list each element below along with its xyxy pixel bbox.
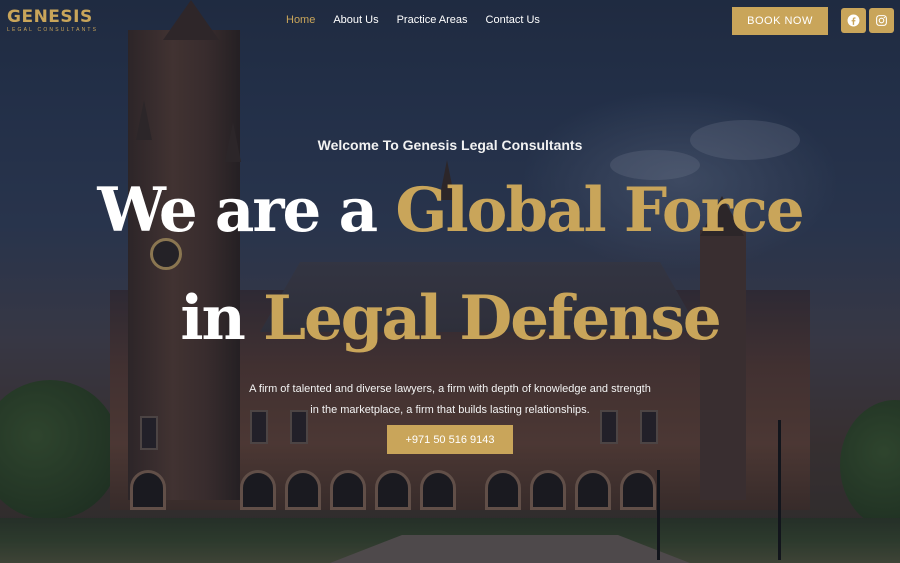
nav-item-about-us[interactable]: About Us [333, 14, 378, 26]
headline-line-1: We are a Global Force [0, 176, 900, 246]
hero-description: A firm of talented and diverse lawyers, … [200, 379, 700, 421]
facebook-button[interactable] [841, 8, 866, 33]
nav-item-contact-us[interactable]: Contact Us [486, 14, 540, 26]
logo-tagline: LEGAL CONSULTANTS [7, 27, 99, 33]
welcome-subtitle: Welcome To Genesis Legal Consultants [317, 137, 583, 153]
site-header: GENESIS LEGAL CONSULTANTS Home About Us … [0, 0, 900, 44]
headline-highlight: Global Force [395, 175, 804, 246]
headline-highlight: Legal Defense [263, 283, 722, 354]
nav-item-home[interactable]: Home [286, 14, 315, 26]
description-line: A firm of talented and diverse lawyers, … [249, 383, 651, 395]
headline-text: in [180, 283, 264, 354]
phone-button[interactable]: +971 50 516 9143 [387, 425, 513, 454]
logo[interactable]: GENESIS LEGAL CONSULTANTS [7, 8, 98, 33]
dark-overlay [0, 0, 900, 563]
book-now-button[interactable]: BOOK NOW [732, 7, 828, 35]
main-nav: Home About Us Practice Areas Contact Us [286, 14, 540, 26]
description-line: in the marketplace, a firm that builds l… [310, 404, 590, 416]
logo-wordmark: GENESIS [7, 7, 93, 27]
instagram-button[interactable] [869, 8, 894, 33]
facebook-icon [847, 14, 860, 27]
headline-text: We are a [97, 175, 396, 246]
headline-line-2: in Legal Defense [0, 284, 900, 354]
instagram-icon [876, 15, 887, 26]
hero-section: GENESIS LEGAL CONSULTANTS Home About Us … [0, 0, 900, 563]
nav-item-practice-areas[interactable]: Practice Areas [397, 14, 468, 26]
